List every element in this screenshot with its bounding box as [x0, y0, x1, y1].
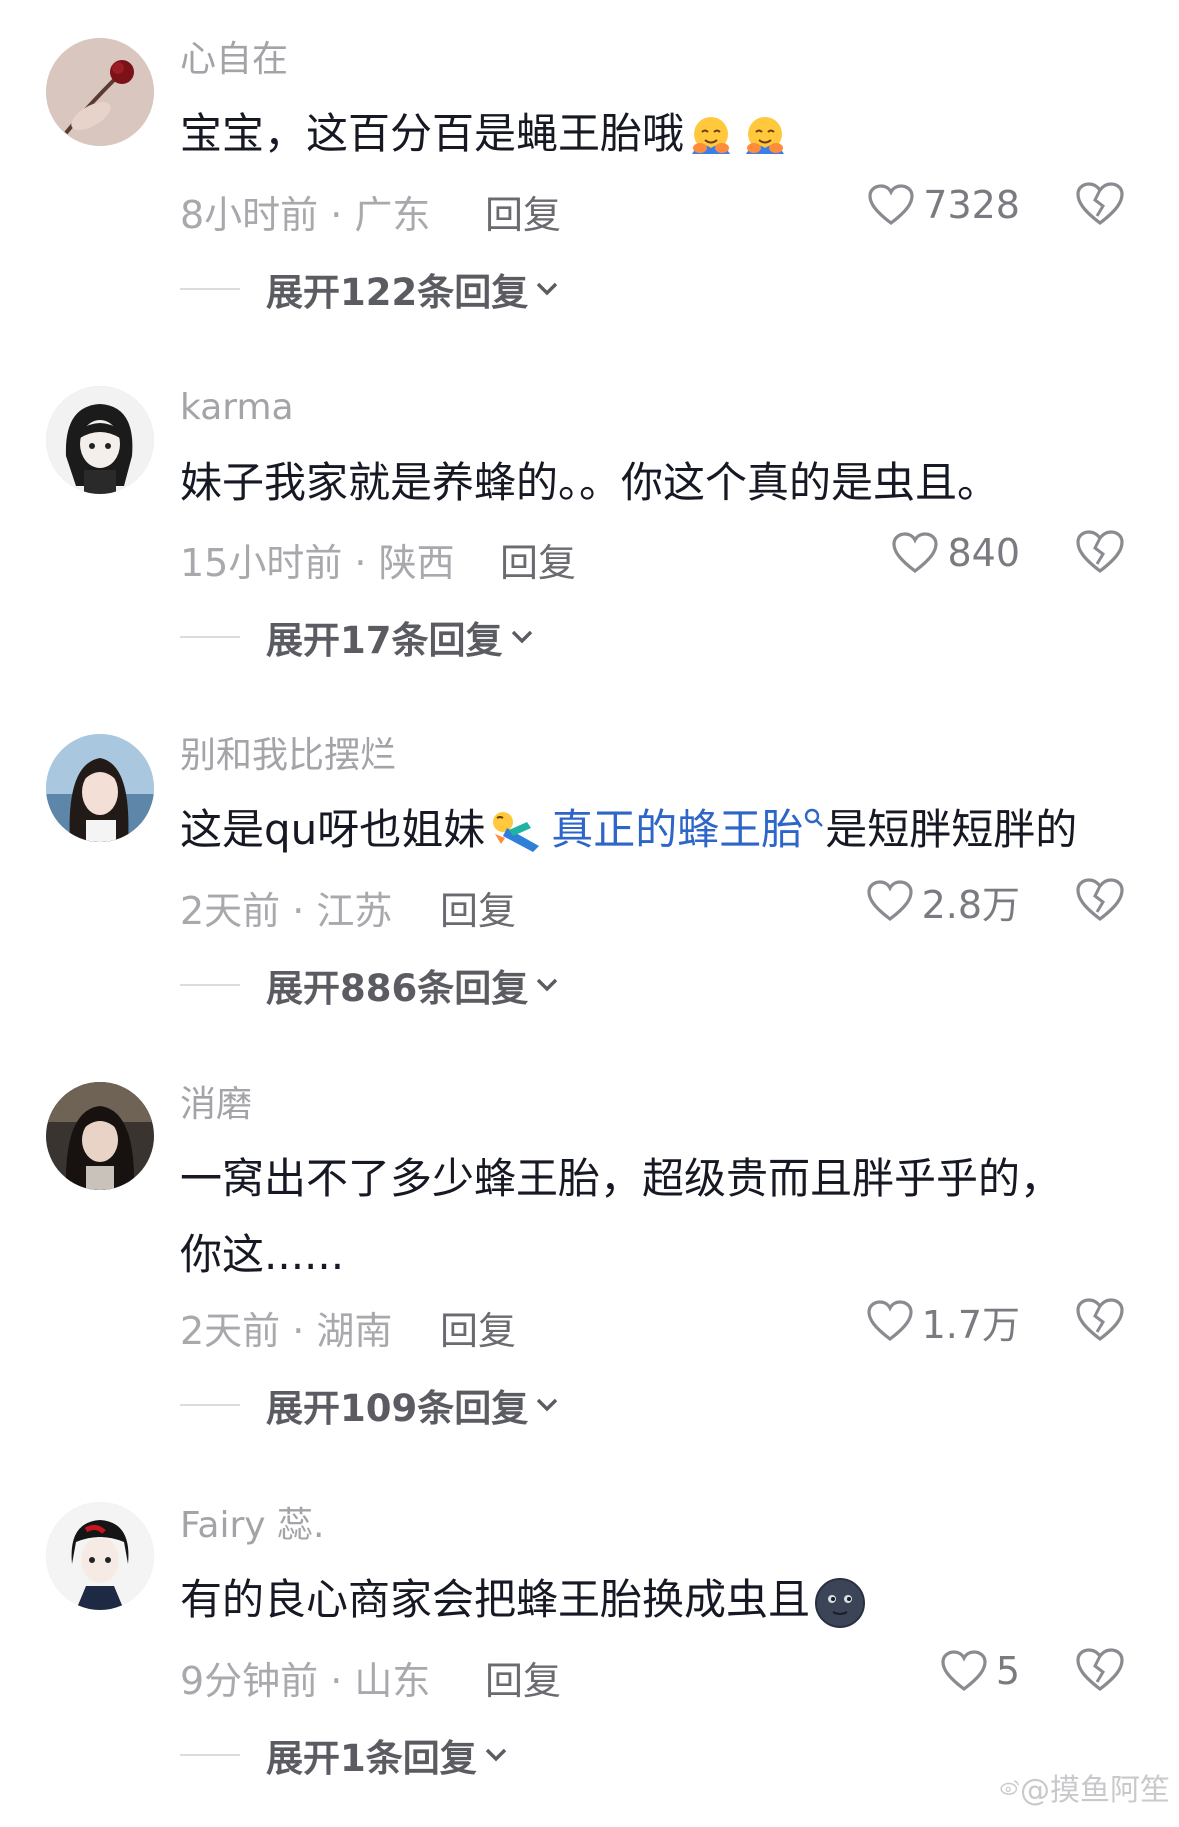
expand-replies-label: 展开109条回复	[266, 1387, 529, 1430]
broken-heart-icon	[1076, 1298, 1124, 1342]
expand-divider	[180, 636, 240, 638]
like-button[interactable]: 5	[870, 1646, 1020, 1696]
anime-girl-avatar-icon	[46, 386, 154, 494]
girl-photo-avatar-icon	[46, 1082, 154, 1190]
dislike-button[interactable]	[1074, 528, 1130, 578]
comment-text: 一窝出不了多少蜂王胎，超级贵而且胖乎乎的， 你这......	[180, 1141, 1140, 1293]
chevron-down-icon	[537, 282, 558, 296]
girl-photo-avatar-icon	[46, 734, 154, 842]
dislike-button[interactable]	[1074, 180, 1130, 230]
reply-button[interactable]: 回复	[440, 880, 516, 935]
expand-replies-button[interactable]: 展开109条回复	[180, 1378, 560, 1432]
weibo-watermark: @摸鱼阿笙	[1000, 1765, 1170, 1809]
avatar[interactable]	[46, 1082, 154, 1190]
heart-icon	[941, 1650, 987, 1692]
expand-divider	[180, 984, 240, 986]
watermark-text: @摸鱼阿笙	[1020, 1773, 1170, 1808]
like-button[interactable]: 840	[850, 528, 1020, 578]
chevron-down-icon	[511, 630, 532, 644]
expand-replies-label: 展开886条回复	[266, 967, 529, 1010]
dislike-button[interactable]	[1074, 1646, 1130, 1696]
heart-icon	[868, 184, 914, 226]
like-count: 7328	[923, 183, 1020, 227]
comment-text: 妹子我家就是养蜂的。。你这个真的是虫且。	[180, 458, 1000, 507]
comment-text-body: 有的良心商家会把蜂王胎换成虫且	[180, 1575, 811, 1624]
search-icon[interactable]	[803, 807, 825, 829]
dislike-button[interactable]	[1074, 876, 1130, 926]
diving-emoji-icon	[493, 811, 540, 852]
reply-button[interactable]: 回复	[500, 532, 576, 587]
heart-icon	[892, 532, 939, 574]
avatar[interactable]	[46, 38, 154, 146]
like-count: 5	[995, 1649, 1020, 1693]
comment-text-body: 这是qu呀也姐妹	[180, 805, 486, 854]
like-count: 1.7万	[921, 1302, 1020, 1347]
expand-divider	[180, 288, 240, 290]
comment-text: 宝宝，这百分百是蝇王胎哦	[180, 96, 1140, 172]
comment-username[interactable]: 心自在	[180, 42, 288, 78]
heart-icon	[866, 1300, 913, 1342]
comment-username[interactable]: Fairy 蕊.	[180, 1508, 324, 1544]
expand-replies-button[interactable]: 展开886条回复	[180, 958, 560, 1012]
expand-replies-button[interactable]: 展开1条回复	[180, 1728, 509, 1782]
reply-button[interactable]: 回复	[485, 184, 561, 239]
comment-username[interactable]: 消磨	[180, 1087, 252, 1123]
broken-heart-icon	[1076, 1648, 1124, 1692]
dislike-button[interactable]	[1074, 1296, 1130, 1346]
expand-replies-label: 展开17条回复	[266, 619, 503, 662]
avatar[interactable]	[46, 386, 154, 494]
avatar[interactable]	[46, 1502, 154, 1610]
comment-text: 有的良心商家会把蜂王胎换成虫且	[180, 1562, 1140, 1638]
rose-avatar-icon	[46, 38, 154, 146]
hugging-face-emoji-icon	[746, 116, 785, 154]
comment-meta: 2天前 · 湖南	[180, 1309, 393, 1353]
broken-heart-icon	[1076, 530, 1124, 574]
broken-heart-icon	[1076, 878, 1124, 922]
comment-text-line: 你这......	[180, 1230, 345, 1279]
comment-meta: 8小时前 · 广东	[180, 193, 431, 237]
like-button[interactable]: 7328	[850, 180, 1020, 230]
weibo-logo-icon	[1000, 1780, 1019, 1795]
comment-meta: 2天前 · 江苏	[180, 889, 393, 933]
reply-button[interactable]: 回复	[440, 1300, 516, 1355]
chevron-down-icon	[537, 978, 558, 992]
expand-replies-button[interactable]: 展开17条回复	[180, 610, 535, 664]
expand-replies-label: 展开1条回复	[266, 1737, 477, 1780]
expand-replies-label: 展开122条回复	[266, 271, 529, 314]
like-count: 2.8万	[921, 882, 1020, 927]
expand-replies-button[interactable]: 展开122条回复	[180, 262, 560, 316]
like-button[interactable]: 2.8万	[820, 876, 1020, 927]
expand-divider	[180, 1404, 240, 1406]
comment-text-line: 一窝出不了多少蜂王胎，超级贵而且胖乎乎的，	[180, 1154, 1063, 1203]
comment-text-body: 是短胖短胖的	[825, 805, 1078, 854]
heart-icon	[866, 880, 913, 922]
like-count: 840	[947, 531, 1020, 575]
chevron-down-icon	[537, 1398, 558, 1412]
new-moon-face-emoji-icon	[815, 1577, 866, 1628]
comment-username[interactable]: 别和我比摆烂	[180, 738, 396, 774]
like-button[interactable]: 1.7万	[820, 1296, 1020, 1347]
reply-button[interactable]: 回复	[485, 1650, 561, 1705]
expand-divider	[180, 1754, 240, 1756]
comment-username[interactable]: karma	[180, 390, 294, 426]
broken-heart-icon	[1076, 182, 1124, 226]
chevron-down-icon	[485, 1748, 506, 1762]
anime-boy-avatar-icon	[46, 1502, 154, 1610]
comment-text: 这是qu呀也姐妹 真正的蜂王胎 是短胖短胖的	[180, 792, 1140, 868]
comment-text-body: 宝宝，这百分百是蝇王胎哦	[180, 109, 685, 158]
comment-meta: 9分钟前 · 山东	[180, 1659, 431, 1703]
search-highlight-link[interactable]: 真正的蜂王胎	[551, 805, 803, 854]
hugging-face-emoji-icon	[692, 116, 731, 154]
comment-meta: 15小时前 · 陕西	[180, 541, 455, 585]
avatar[interactable]	[46, 734, 154, 842]
